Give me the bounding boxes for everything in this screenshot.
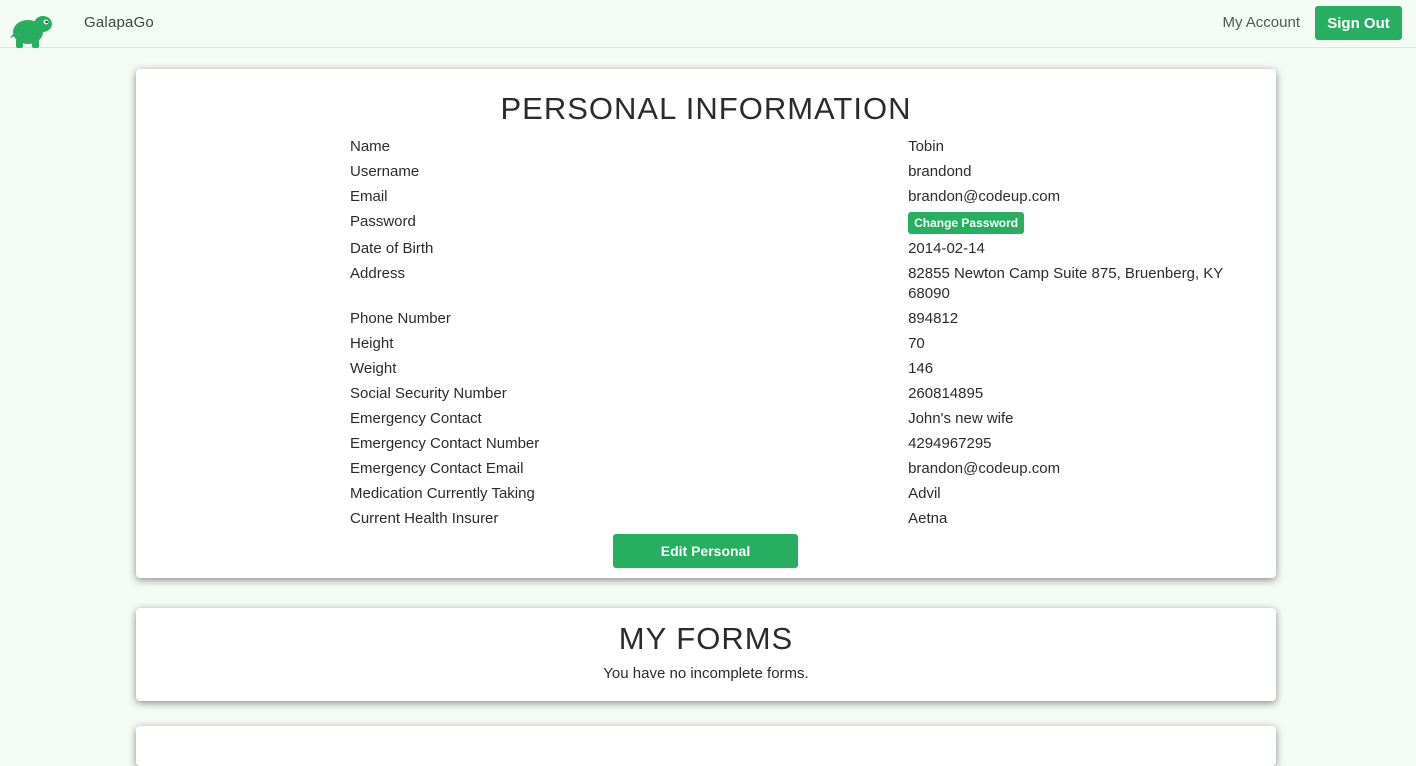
my-forms-card: MY FORMS You have no incomplete forms. (136, 608, 1276, 701)
personal-info-table: Name Tobin Username brandond Email brand… (350, 137, 1250, 534)
info-label: Emergency Contact Email (350, 460, 524, 477)
next-card (136, 726, 1276, 766)
my-account-link[interactable]: My Account (1222, 14, 1300, 31)
info-row-insurer: Current Health Insurer Aetna (350, 509, 1250, 534)
info-label: Social Security Number (350, 385, 507, 402)
info-value: brandon@codeup.com (908, 460, 1061, 477)
info-row-address: Address 82855 Newton Camp Suite 875, Bru… (350, 264, 1250, 309)
info-label: Address (350, 265, 406, 282)
info-value: 82855 Newton Camp Suite 875, Bruenberg, … (908, 265, 1224, 302)
info-label: Password (350, 213, 416, 230)
info-label: Email (350, 188, 388, 205)
info-value: Advil (908, 485, 941, 502)
info-row-email: Email brandon@codeup.com (350, 187, 1250, 212)
info-label: Emergency Contact Number (350, 435, 540, 452)
info-value: Change Password (908, 212, 1250, 239)
info-row-emergency-number: Emergency Contact Number 4294967295 (350, 434, 1250, 459)
brand-link[interactable]: GalapaGo (84, 14, 154, 31)
info-value: 2014-02-14 (908, 240, 985, 257)
info-row-weight: Weight 146 (350, 359, 1250, 384)
turtle-icon[interactable] (10, 12, 54, 48)
info-label: Phone Number (350, 310, 451, 327)
info-value: 260814895 (908, 385, 984, 402)
info-label: Weight (350, 360, 397, 377)
info-row-username: Username brandond (350, 162, 1250, 187)
personal-information-card: PERSONAL INFORMATION Name Tobin Username… (136, 69, 1276, 578)
info-row-medication: Medication Currently Taking Advil (350, 484, 1250, 509)
info-label: Emergency Contact (350, 410, 482, 427)
info-value: John's new wife (908, 410, 1014, 427)
no-forms-message: You have no incomplete forms. (603, 665, 809, 682)
info-label: Medication Currently Taking (350, 485, 535, 502)
my-forms-title: MY FORMS (618, 621, 794, 656)
info-label: Date of Birth (350, 240, 434, 257)
sign-out-button[interactable]: Sign Out (1315, 6, 1402, 40)
info-label: Current Health Insurer (350, 510, 499, 527)
info-value: Aetna (908, 510, 948, 527)
info-value: brandond (908, 163, 972, 180)
personal-information-title: PERSONAL INFORMATION (500, 91, 912, 126)
info-row-password: Password Change Password (350, 212, 1250, 239)
edit-personal-button[interactable]: Edit Personal (613, 534, 798, 568)
info-label: Height (350, 335, 394, 352)
navbar: GalapaGo My Account Sign Out (0, 0, 1416, 48)
info-value: 4294967295 (908, 435, 992, 452)
info-row-emergency-email: Emergency Contact Email brandon@codeup.c… (350, 459, 1250, 484)
change-password-button[interactable]: Change Password (908, 212, 1025, 234)
info-value: 894812 (908, 310, 959, 327)
info-label: Username (350, 163, 420, 180)
info-value: brandon@codeup.com (908, 188, 1061, 205)
info-row-ssn: Social Security Number 260814895 (350, 384, 1250, 409)
info-value: 146 (908, 360, 934, 377)
info-value: 70 (908, 335, 925, 352)
info-row-name: Name Tobin (350, 137, 1250, 162)
info-row-phone: Phone Number 894812 (350, 309, 1250, 334)
info-label: Name (350, 138, 391, 155)
info-row-dob: Date of Birth 2014-02-14 (350, 239, 1250, 264)
info-row-emergency-contact: Emergency Contact John's new wife (350, 409, 1250, 434)
info-value: Tobin (908, 138, 944, 155)
info-row-height: Height 70 (350, 334, 1250, 359)
